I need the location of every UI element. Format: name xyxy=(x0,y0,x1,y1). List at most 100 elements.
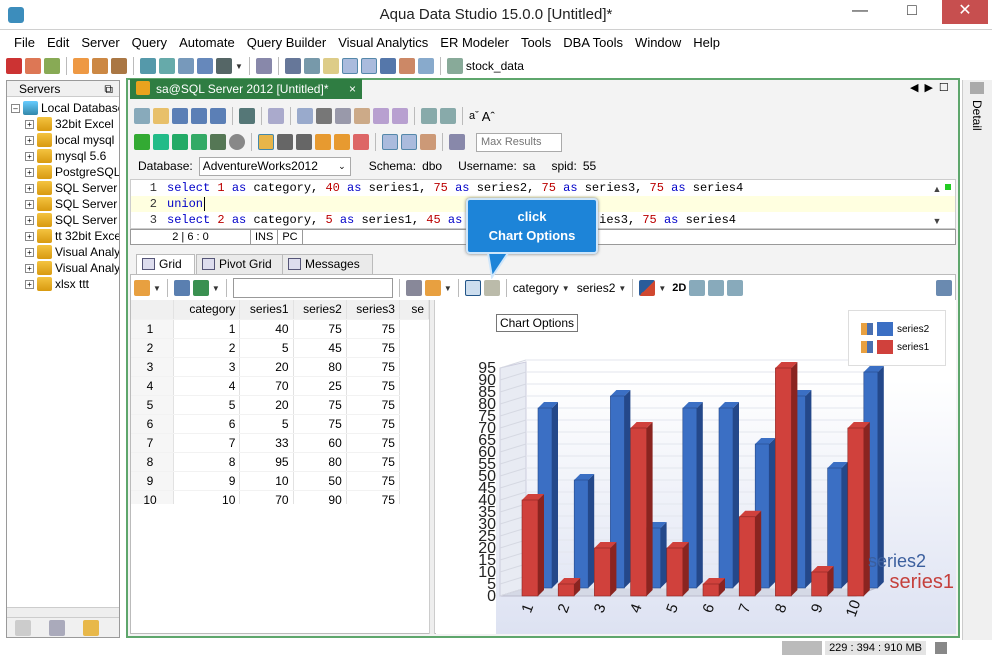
color-scheme-icon[interactable] xyxy=(639,280,656,296)
expand-icon[interactable]: + xyxy=(25,183,34,193)
menu-item-help[interactable]: Help xyxy=(687,33,726,53)
table-cell[interactable]: 9 xyxy=(173,471,241,491)
chevron-down-icon[interactable]: ▼ xyxy=(212,284,220,293)
table-icon[interactable] xyxy=(140,58,156,74)
reconnect-icon[interactable] xyxy=(334,134,350,150)
table-cell[interactable]: 75 xyxy=(293,414,347,434)
table-row[interactable]: 9 9 10 50 75 xyxy=(131,471,429,491)
tab-pivot-grid[interactable]: Pivot Grid xyxy=(196,254,285,274)
tree-item[interactable]: + Visual Analy xyxy=(11,244,119,260)
table-cell[interactable]: 2 xyxy=(173,338,241,358)
editor-line[interactable]: 1 select 1 as category, 40 as series1, 75… xyxy=(131,180,955,196)
connect-icon[interactable] xyxy=(315,134,331,150)
print-icon[interactable] xyxy=(216,58,232,74)
print-query-icon[interactable] xyxy=(239,108,255,124)
chart-options-icon[interactable] xyxy=(464,280,481,296)
table-cell[interactable]: 70 xyxy=(239,376,294,396)
paste-icon[interactable] xyxy=(354,108,370,124)
chart-icon[interactable] xyxy=(134,280,150,296)
expand-icon[interactable]: + xyxy=(25,167,34,177)
menu-item-edit[interactable]: Edit xyxy=(41,33,75,53)
chevron-down-icon[interactable]: ▼ xyxy=(444,284,452,293)
tree-root[interactable]: – Local Database xyxy=(11,100,119,116)
max-results-input[interactable] xyxy=(476,132,562,152)
splitter[interactable] xyxy=(429,300,435,634)
table-row[interactable]: 8 8 95 80 75 xyxy=(131,452,429,472)
increase-font-icon[interactable]: Aˆ xyxy=(482,109,495,124)
table-cell[interactable]: 45 xyxy=(293,338,347,358)
menu-item-window[interactable]: Window xyxy=(629,33,687,53)
layout-6-icon[interactable] xyxy=(379,58,396,74)
table-cell[interactable]: 95 xyxy=(239,452,294,472)
expand-icon[interactable]: + xyxy=(25,135,34,145)
table-cell[interactable]: 1 xyxy=(173,319,241,339)
layout-7-icon[interactable] xyxy=(398,58,415,74)
table-cell[interactable]: 75 xyxy=(346,376,400,396)
chevron-down-icon[interactable]: ▼ xyxy=(658,284,666,293)
find-icon[interactable] xyxy=(421,108,437,124)
expand-icon[interactable]: + xyxy=(25,279,34,289)
format-icon[interactable] xyxy=(268,108,284,124)
save-all-icon[interactable] xyxy=(210,108,226,124)
table-cell[interactable]: 75 xyxy=(346,357,400,377)
table-cell[interactable]: 4 xyxy=(173,376,241,396)
query-icon[interactable] xyxy=(73,58,89,74)
disconnect-query-icon[interactable] xyxy=(353,134,369,150)
expand-icon[interactable]: + xyxy=(25,215,34,225)
redo-icon[interactable] xyxy=(392,108,408,124)
view-mode-toggle[interactable]: 2D xyxy=(672,282,686,294)
decrease-font-icon[interactable]: aˇ xyxy=(469,110,479,122)
chevron-down-icon[interactable]: ▼ xyxy=(235,62,243,71)
menu-item-tools[interactable]: Tools xyxy=(515,33,557,53)
server-icon[interactable] xyxy=(44,58,60,74)
table-cell[interactable]: 75 xyxy=(346,395,400,415)
tree-item[interactable]: +32bit Excel xyxy=(11,116,119,132)
new-connection-icon[interactable] xyxy=(6,58,22,74)
expand-icon[interactable]: + xyxy=(25,151,34,161)
menu-item-file[interactable]: File xyxy=(0,33,41,53)
commit-icon[interactable] xyxy=(277,134,293,150)
tree-item[interactable]: + PostgreSQL xyxy=(11,164,119,180)
table-cell[interactable]: 90 xyxy=(293,490,347,504)
expand-icon[interactable]: + xyxy=(25,263,34,273)
files-tab-icon[interactable] xyxy=(49,620,65,636)
table-cell[interactable]: 40 xyxy=(239,319,294,339)
layout-1-icon[interactable] xyxy=(284,58,301,74)
save-as-icon[interactable] xyxy=(191,108,207,124)
table-cell[interactable]: 75 xyxy=(346,338,400,358)
table-row[interactable]: 1 1 40 75 75 xyxy=(131,319,429,339)
chart-export-icon[interactable] xyxy=(727,280,744,296)
table-cell[interactable]: 60 xyxy=(293,433,347,453)
chevron-down-icon[interactable]: ▼ xyxy=(562,284,570,293)
settings-icon[interactable] xyxy=(405,280,422,296)
expand-icon[interactable]: + xyxy=(25,231,34,241)
procedure-icon[interactable] xyxy=(178,58,194,74)
stop-icon[interactable] xyxy=(229,134,245,150)
restore-icon[interactable]: ⧉ xyxy=(104,81,113,97)
tree-item[interactable]: + SQL Server xyxy=(11,212,119,228)
execute-script-icon[interactable] xyxy=(191,134,207,150)
tab-messages[interactable]: Messages xyxy=(282,254,373,274)
new-query-icon[interactable] xyxy=(134,108,150,124)
explain-icon[interactable] xyxy=(210,134,226,150)
tree-item[interactable]: + Visual Analy xyxy=(11,260,119,276)
filter-input[interactable] xyxy=(232,278,393,298)
menu-item-query[interactable]: Query xyxy=(126,33,173,53)
document-icon[interactable] xyxy=(255,58,272,74)
execute-current-icon[interactable] xyxy=(153,134,169,150)
bar-chart-icon[interactable] xyxy=(424,280,441,296)
result-text-icon[interactable] xyxy=(401,134,417,150)
table-cell[interactable]: 5 xyxy=(239,414,294,434)
tree-item[interactable]: + local mysql xyxy=(11,132,119,148)
tree-item[interactable]: + mysql 5.6 xyxy=(11,148,119,164)
servers-tab-icon[interactable] xyxy=(15,620,31,636)
minimize-button[interactable]: — xyxy=(840,0,880,24)
rollback-icon[interactable] xyxy=(296,134,312,150)
table-cell[interactable]: 10 xyxy=(173,490,241,504)
column-header[interactable]: se xyxy=(399,300,429,320)
menu-item-automate[interactable]: Automate xyxy=(173,33,241,53)
layout-2-icon[interactable] xyxy=(303,58,320,74)
table-cell[interactable]: 70 xyxy=(239,490,294,504)
table-cell[interactable]: 50 xyxy=(293,471,347,491)
expand-icon[interactable]: + xyxy=(25,119,34,129)
